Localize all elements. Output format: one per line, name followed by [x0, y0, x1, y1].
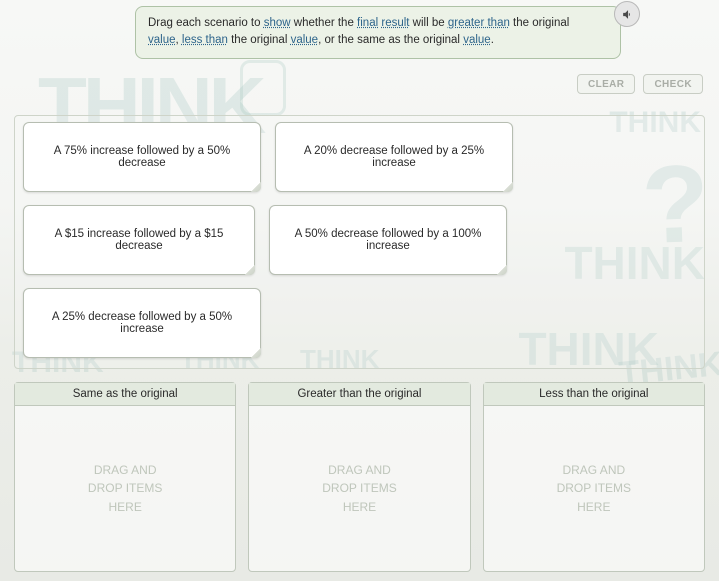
glossary-term[interactable]: result	[381, 17, 409, 29]
glossary-term[interactable]: show	[264, 17, 291, 29]
instruction-banner: Drag each scenario to show whether the f…	[135, 6, 621, 59]
scenario-source-area: A 75% increase followed by a 50% decreas…	[14, 115, 705, 369]
glossary-term[interactable]: value	[291, 34, 319, 46]
bg-doodle-box	[240, 60, 286, 116]
drop-zone-title: Same as the original	[15, 383, 235, 406]
activity-stage: THINK THINK ? THINK THINK THINK THINK TH…	[0, 0, 719, 581]
instruction-text: Drag each scenario to show whether the f…	[148, 17, 569, 46]
scenario-card[interactable]: A 50% decrease followed by a 100% increa…	[269, 205, 507, 275]
drop-zone-placeholder: DRAG ANDDROP ITEMSHERE	[249, 406, 469, 571]
check-button[interactable]: CHECK	[643, 74, 703, 94]
drop-zone-greater[interactable]: Greater than the original DRAG ANDDROP I…	[248, 382, 470, 572]
clear-button[interactable]: CLEAR	[577, 74, 635, 94]
drop-zone-placeholder: DRAG ANDDROP ITEMSHERE	[15, 406, 235, 571]
scenario-card[interactable]: A $15 increase followed by a $15 decreas…	[23, 205, 255, 275]
glossary-term[interactable]: final	[357, 17, 378, 29]
scenario-card[interactable]: A 20% decrease followed by a 25% increas…	[275, 122, 513, 192]
drop-zone-same[interactable]: Same as the original DRAG ANDDROP ITEMSH…	[14, 382, 236, 572]
glossary-term[interactable]: value	[148, 34, 176, 46]
audio-icon[interactable]	[614, 1, 640, 27]
drop-zone-placeholder: DRAG ANDDROP ITEMSHERE	[484, 406, 704, 571]
scenario-card[interactable]: A 25% decrease followed by a 50% increas…	[23, 288, 261, 358]
drop-zone-title: Less than the original	[484, 383, 704, 406]
glossary-term[interactable]: less than	[182, 34, 228, 46]
glossary-term[interactable]: greater than	[448, 17, 510, 29]
glossary-term[interactable]: value	[463, 34, 491, 46]
drop-zones-row: Same as the original DRAG ANDDROP ITEMSH…	[14, 382, 705, 572]
controls-row: CLEAR CHECK	[577, 74, 703, 94]
drop-zone-less[interactable]: Less than the original DRAG ANDDROP ITEM…	[483, 382, 705, 572]
scenario-card[interactable]: A 75% increase followed by a 50% decreas…	[23, 122, 261, 192]
drop-zone-title: Greater than the original	[249, 383, 469, 406]
